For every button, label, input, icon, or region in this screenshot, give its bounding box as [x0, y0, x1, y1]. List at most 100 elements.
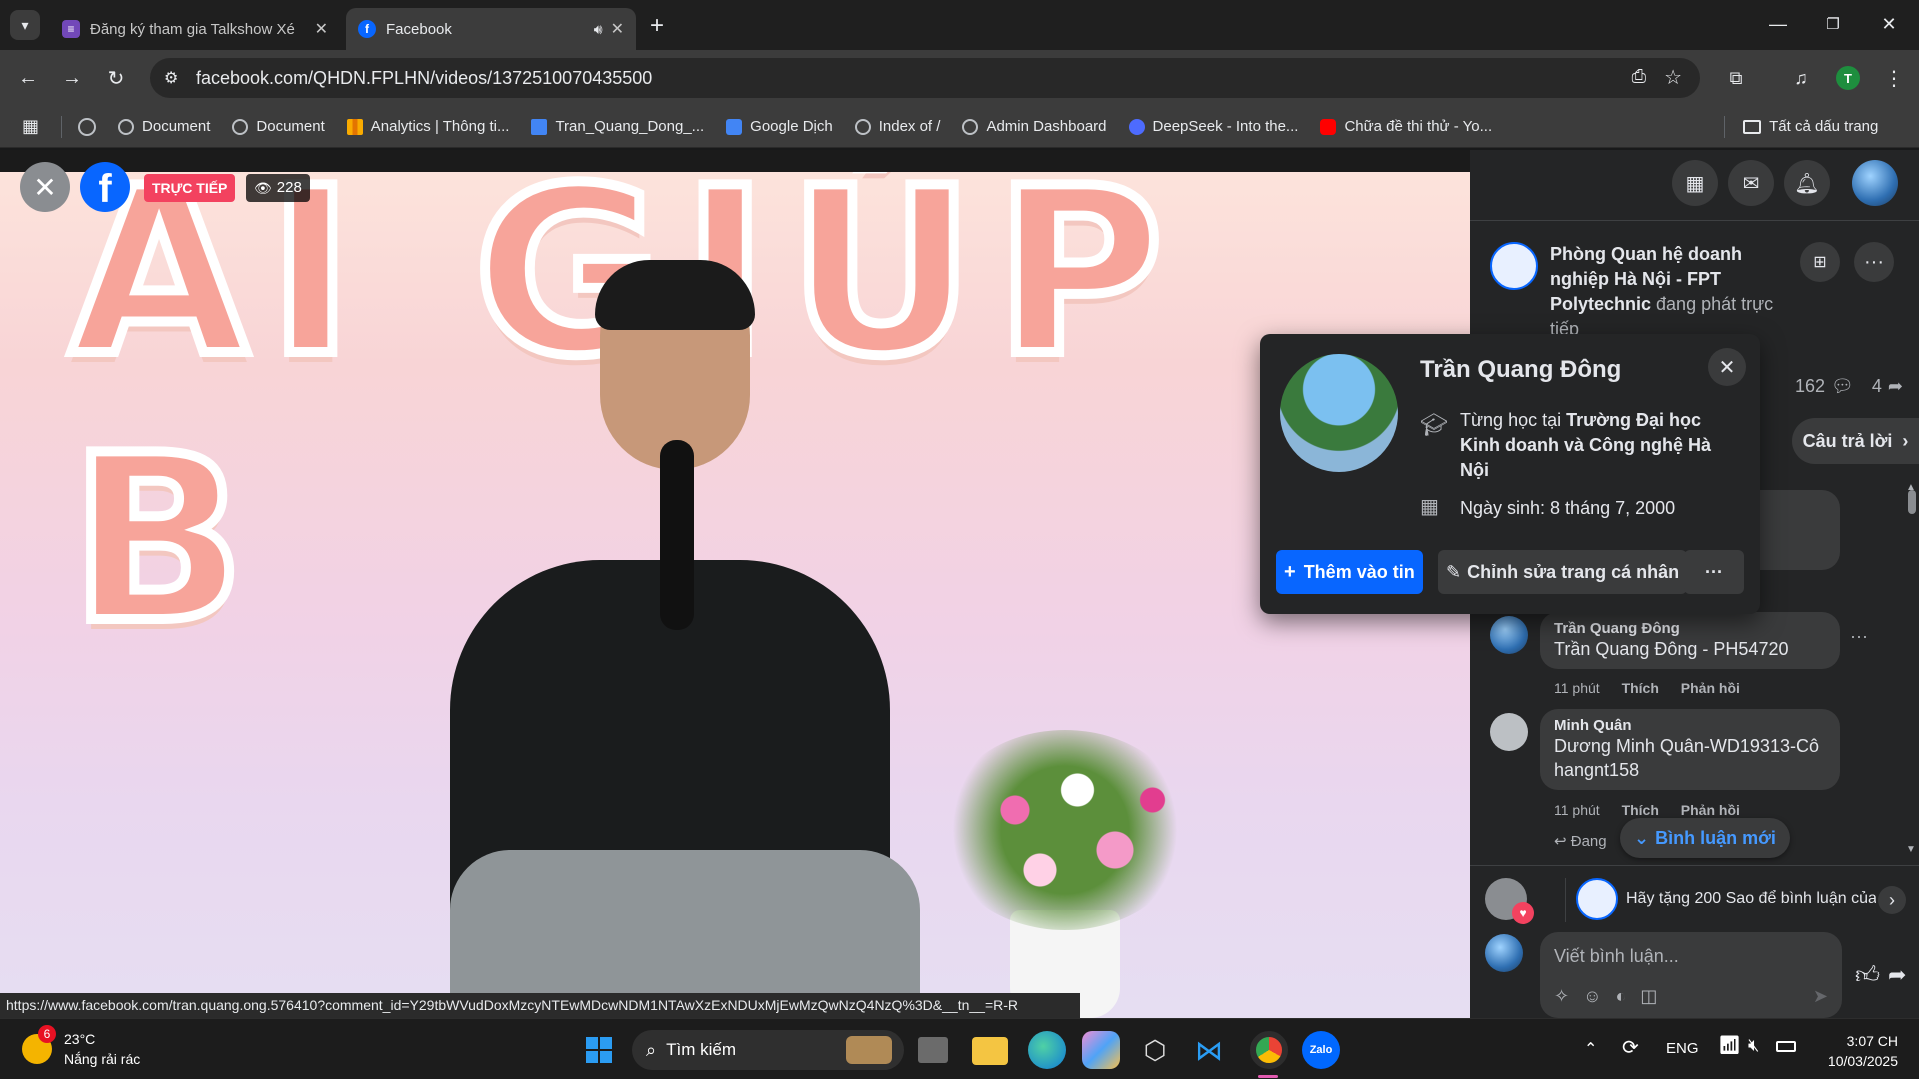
tab-talkshow-form[interactable]: ≡ Đăng ký tham gia Talkshow Xé ✕: [50, 8, 340, 50]
globe-icon[interactable]: [78, 117, 97, 136]
like-link[interactable]: Thích: [1622, 802, 1659, 818]
close-card-button[interactable]: ✕: [1708, 348, 1746, 386]
edge-icon[interactable]: [1028, 1031, 1066, 1069]
vscode-icon[interactable]: ⋈: [1190, 1031, 1228, 1069]
tab-strip: ▾ ≡ Đăng ký tham gia Talkshow Xé ✕ f Fac…: [0, 0, 1919, 50]
messenger-button[interactable]: ✉: [1728, 160, 1774, 206]
save-video-button[interactable]: ⊞: [1800, 242, 1840, 282]
start-button[interactable]: [580, 1031, 618, 1069]
close-video-button[interactable]: ✕: [20, 162, 70, 212]
sticker-icon[interactable]: ◐: [1615, 986, 1626, 1007]
scroll-down-icon[interactable]: ▼: [1906, 844, 1916, 855]
scroll-up-icon[interactable]: ▲: [1906, 482, 1916, 493]
docs-icon: [531, 118, 548, 135]
profile-avatar[interactable]: T: [1836, 66, 1860, 90]
bookmark-tran-quang-dong-doc[interactable]: Tran_Quang_Dong_...: [531, 118, 704, 135]
bookmark-document-1[interactable]: Document: [118, 118, 210, 135]
battery-icon[interactable]: [1776, 1041, 1796, 1052]
like-link[interactable]: Thích: [1622, 680, 1659, 696]
taskbar-search[interactable]: ⌕ Tìm kiếm: [632, 1030, 904, 1070]
mute-icon[interactable]: 🔇︎: [1748, 1035, 1759, 1056]
messenger-icon: ✉: [1742, 172, 1760, 195]
live-video-player[interactable]: AI GIÚP B: [0, 150, 1470, 1018]
clock[interactable]: 3:07 CH 10/03/2025: [1820, 1031, 1898, 1071]
audio-playing-icon[interactable]: 🔊︎: [594, 21, 603, 38]
weather-widget[interactable]: 6 23°C Nắng rải rác: [22, 1025, 140, 1069]
zalo-icon[interactable]: Zalo: [1302, 1031, 1340, 1069]
reply-link[interactable]: Phản hồi: [1681, 802, 1740, 818]
extensions-icon[interactable]: ⧉: [1720, 62, 1752, 94]
profile-photo[interactable]: [1280, 354, 1398, 472]
tab-facebook[interactable]: f Facebook 🔊︎ ✕: [346, 8, 636, 50]
more-profile-actions-button[interactable]: ···: [1684, 550, 1744, 594]
chrome-menu-icon[interactable]: ⋮: [1878, 62, 1910, 94]
copilot-icon[interactable]: [1082, 1031, 1120, 1069]
youtube-icon: [1320, 118, 1337, 135]
answer-button[interactable]: Câu trả lời ›: [1792, 418, 1919, 464]
emoji-icon[interactable]: ☺: [1583, 986, 1601, 1007]
stars-next-button[interactable]: ›: [1878, 886, 1906, 914]
file-explorer-icon[interactable]: [972, 1037, 1008, 1065]
facebook-logo-icon[interactable]: f: [80, 162, 130, 212]
unity-icon[interactable]: ⬡: [1136, 1031, 1174, 1069]
back-button[interactable]: ←: [12, 62, 44, 94]
page-avatar[interactable]: [1490, 242, 1538, 290]
analytics-icon: [346, 118, 363, 135]
clock-date: 10/03/2025: [1827, 1053, 1898, 1069]
minimize-button[interactable]: —: [1755, 6, 1801, 42]
close-tab-icon[interactable]: ✕: [611, 19, 624, 39]
add-to-story-button[interactable]: + Thêm vào tin: [1276, 550, 1423, 594]
bookmark-google-translate[interactable]: Google Dịch: [726, 118, 833, 135]
menu-grid-button[interactable]: ▦: [1672, 160, 1718, 206]
comment-author[interactable]: Minh Quân: [1554, 717, 1826, 734]
new-comments-button[interactable]: ⌄ Bình luận mới: [1620, 818, 1790, 858]
edit-profile-button[interactable]: ✎ Chỉnh sửa trang cá nhân: [1438, 550, 1688, 594]
like-button[interactable]: 👍︎: [1855, 962, 1880, 990]
all-bookmarks-folder[interactable]: Tất cả dấu trang: [1743, 118, 1878, 135]
media-control-icon[interactable]: ♫: [1785, 62, 1817, 94]
bookmark-index-of[interactable]: Index of /: [854, 118, 940, 135]
send-icon[interactable]: ➤: [1813, 986, 1828, 1007]
bookmark-admin-dashboard[interactable]: Admin Dashboard: [962, 118, 1107, 135]
address-bar[interactable]: ⚙ facebook.com/QHDN.FPLHN/videos/1372510…: [150, 58, 1700, 98]
comment-avatar-default[interactable]: [1490, 713, 1528, 751]
site-info-icon[interactable]: ⚙: [164, 68, 178, 88]
sync-icon[interactable]: ⟳: [1622, 1035, 1639, 1060]
comment-more-icon[interactable]: ···: [1850, 626, 1868, 647]
bookmark-deepseek[interactable]: DeepSeek - Into the...: [1128, 118, 1298, 135]
language-indicator[interactable]: ENG: [1666, 1040, 1699, 1057]
chrome-taskbar-icon[interactable]: [1250, 1031, 1288, 1069]
page-live-title[interactable]: Phòng Quan hệ doanh nghiệp Hà Nội - FPT …: [1550, 242, 1800, 342]
share-button[interactable]: ➦: [1888, 962, 1906, 988]
close-window-button[interactable]: ✕: [1866, 6, 1912, 42]
more-options-button[interactable]: ···: [1854, 242, 1894, 282]
stars-prompt[interactable]: Hãy tặng 200 Sao để bình luận của: [1626, 890, 1876, 908]
account-avatar[interactable]: [1852, 160, 1898, 206]
tray-overflow-icon[interactable]: ⌃: [1584, 1039, 1597, 1059]
composer-avatar[interactable]: [1485, 934, 1523, 972]
wifi-icon[interactable]: 📶︎: [1718, 1035, 1741, 1056]
install-app-icon[interactable]: ⎙: [1632, 66, 1646, 87]
notifications-button[interactable]: 🔔︎: [1784, 160, 1830, 206]
gif-icon[interactable]: ◫: [1640, 986, 1657, 1007]
reply-link[interactable]: Phản hồi: [1681, 680, 1740, 696]
task-view-icon[interactable]: [918, 1037, 948, 1063]
bookmark-document-2[interactable]: Document: [232, 118, 325, 135]
close-tab-icon[interactable]: ✕: [315, 19, 328, 39]
avatar-sticker-icon[interactable]: ✧: [1554, 986, 1569, 1007]
restore-button[interactable]: ❐: [1810, 6, 1856, 42]
bookmark-youtube[interactable]: Chữa đề thi thử - Yo...: [1320, 118, 1492, 135]
profile-name[interactable]: Trần Quang Đông: [1420, 356, 1621, 384]
comment-avatar[interactable]: [1490, 616, 1528, 654]
comment-author[interactable]: Trần Quang Đông: [1554, 620, 1826, 637]
forms-icon: ≡: [62, 20, 80, 38]
apps-grid-icon[interactable]: ▦: [22, 116, 39, 137]
tab-search-button[interactable]: ▾: [10, 10, 40, 40]
bookmark-star-icon[interactable]: ☆: [1664, 65, 1682, 90]
reload-button[interactable]: ↻: [100, 62, 132, 94]
comment-input[interactable]: Viết bình luận... ✧ ☺ ◐ ◫ ➤: [1540, 932, 1842, 1018]
comments-scrollbar[interactable]: [1908, 490, 1916, 514]
new-tab-button[interactable]: +: [650, 12, 664, 40]
forward-button[interactable]: →: [56, 62, 88, 94]
bookmark-analytics[interactable]: Analytics | Thông ti...: [346, 118, 509, 135]
